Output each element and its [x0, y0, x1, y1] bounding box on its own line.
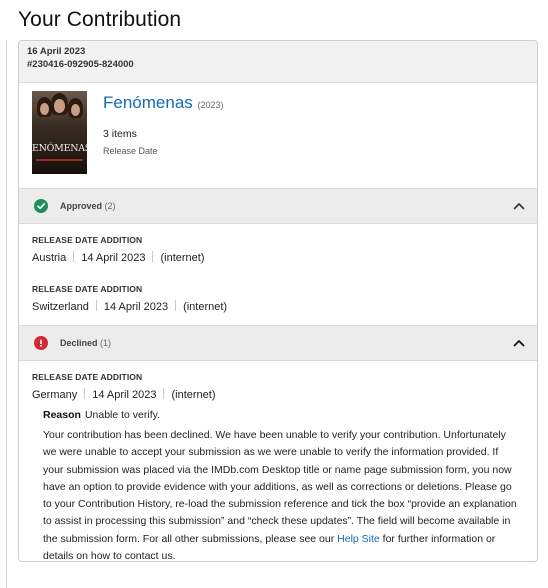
entry-date: 14 April 2023: [81, 252, 146, 264]
reason-text: Your contribution has been declined. We …: [43, 429, 517, 545]
page-title: Your Contribution: [18, 8, 182, 31]
alert-circle-icon: [34, 336, 48, 350]
approved-label: Approved (2): [60, 201, 116, 211]
entry-type: RELEASE DATE ADDITION: [32, 235, 143, 245]
approved-entry-switzerland: RELEASE DATE ADDITION Switzerland 14 Apri…: [32, 284, 522, 313]
check-circle-icon: [34, 199, 48, 213]
title-name[interactable]: Fenómenas: [103, 93, 193, 112]
approved-section-header[interactable]: Approved (2): [19, 188, 537, 224]
entry-country: Austria: [32, 252, 67, 264]
declined-entry-germany: RELEASE DATE ADDITION Germany 14 April 20…: [32, 372, 522, 401]
entry-date: 14 April 2023: [92, 389, 157, 401]
approved-entry-austria: RELEASE DATE ADDITION Austria 14 April 20…: [32, 235, 522, 264]
title-poster[interactable]: ENÓMENAS: [32, 91, 87, 174]
entry-type: RELEASE DATE ADDITION: [32, 284, 143, 294]
entry-country: Switzerland: [32, 301, 89, 313]
entry-note: (internet): [160, 252, 205, 264]
title-summary: ENÓMENAS Fenómenas (2023) 3 items Releas…: [32, 91, 532, 175]
decline-reason: Reason Unable to verify. Your contributio…: [43, 409, 519, 561]
page-left-border: [6, 40, 7, 588]
reason-heading: Reason Unable to verify.: [43, 409, 519, 421]
items-count: 3 items: [103, 128, 137, 140]
approved-count: (2): [104, 201, 116, 211]
chevron-up-icon[interactable]: [513, 201, 525, 211]
declined-section-header[interactable]: Declined (1): [19, 325, 537, 361]
reason-body: Your contribution has been declined. We …: [43, 427, 519, 561]
chevron-up-icon[interactable]: [513, 338, 525, 348]
title-name-link[interactable]: Fenómenas (2023): [103, 93, 224, 113]
help-site-link[interactable]: Help Site: [337, 533, 380, 545]
declined-label: Declined (1): [60, 338, 112, 348]
submission-date: 16 April 2023: [27, 46, 86, 57]
entry-type: RELEASE DATE ADDITION: [32, 372, 143, 382]
submission-header: 16 April 2023 #230416-092905-824000: [19, 41, 537, 83]
items-type: Release Date: [103, 146, 158, 156]
reason-label: Reason: [43, 409, 81, 421]
entry-date: 14 April 2023: [103, 301, 169, 313]
declined-count: (1): [100, 338, 112, 348]
reason-value: Unable to verify.: [84, 409, 161, 421]
entry-note: (internet): [183, 301, 228, 313]
contribution-card: 16 April 2023 #230416-092905-824000 ENÓM…: [18, 40, 538, 562]
title-year: (2023): [197, 100, 224, 110]
poster-title-text: ENÓMENAS: [32, 143, 87, 154]
entry-note: (internet): [171, 389, 216, 401]
submission-reference: #230416-092905-824000: [27, 59, 134, 70]
entry-country: Germany: [32, 389, 78, 401]
